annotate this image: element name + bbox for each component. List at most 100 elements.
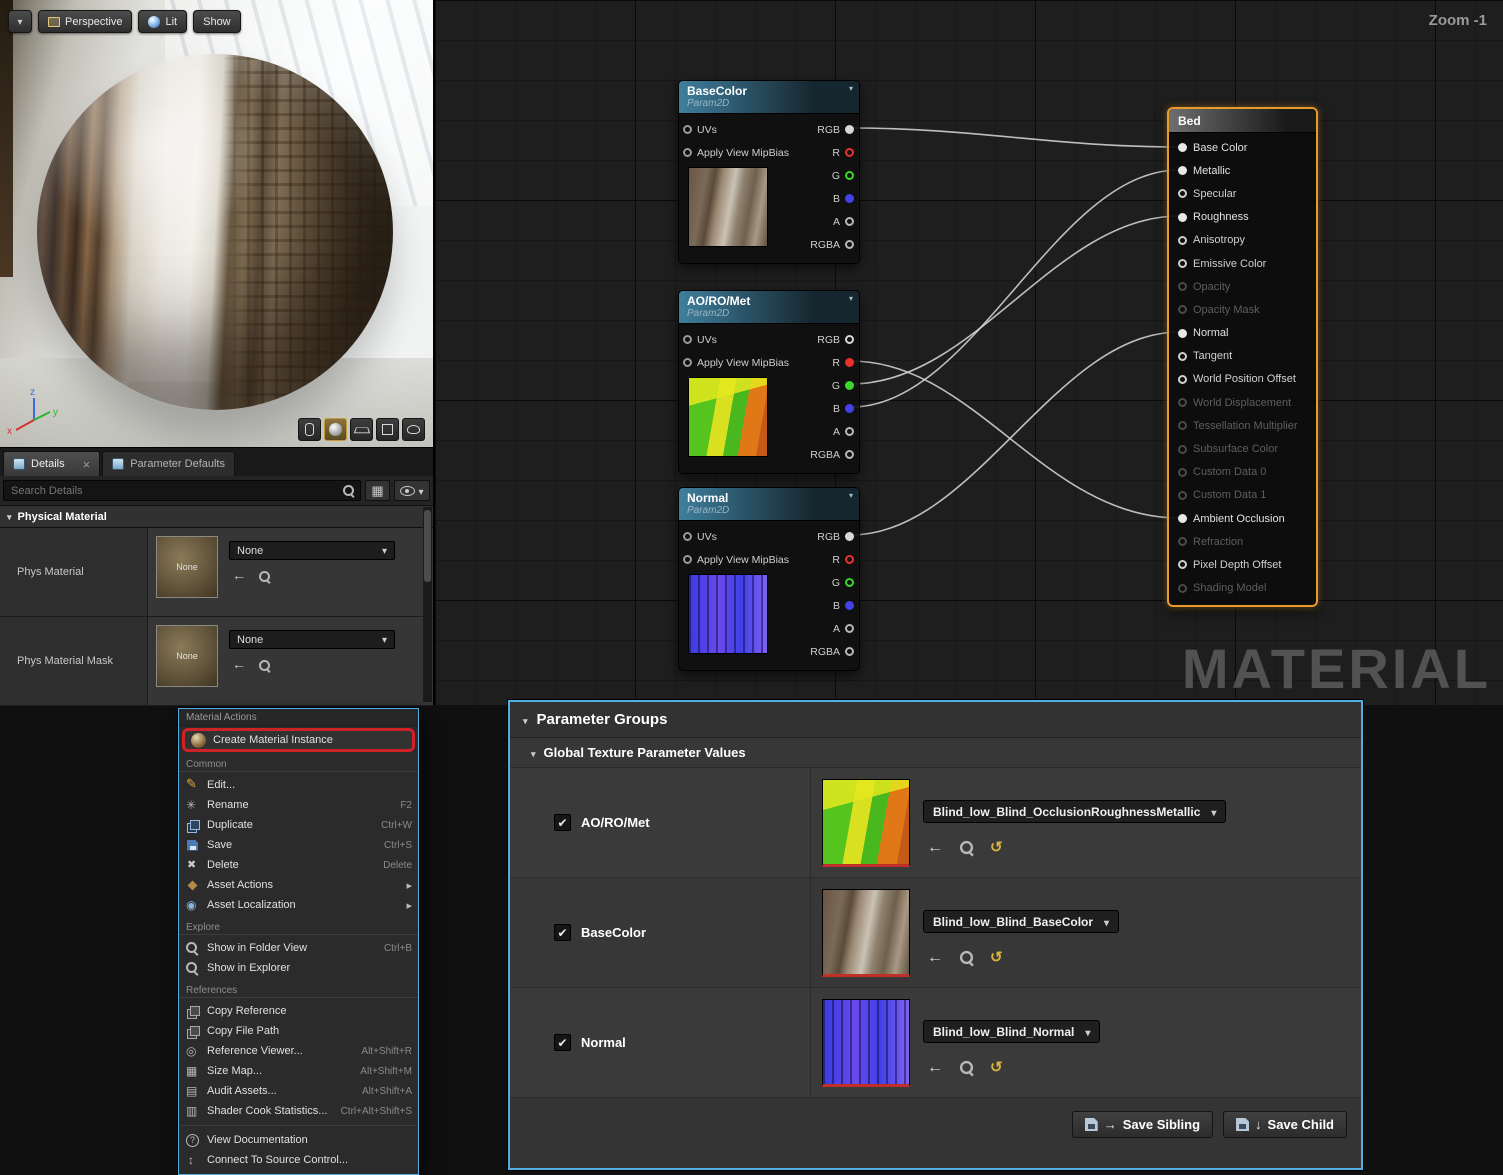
- menu-item-asset-actions[interactable]: Asset Actions: [179, 875, 418, 895]
- menu-item-save[interactable]: SaveCtrl+S: [179, 835, 418, 855]
- material-input-base-color[interactable]: Base Color: [1169, 136, 1316, 159]
- menu-item-delete[interactable]: DeleteDelete: [179, 855, 418, 875]
- input-pin-uvs[interactable]: UVs: [683, 328, 789, 351]
- texture-asset-dropdown[interactable]: Blind_low_Blind_BaseColor: [923, 910, 1119, 933]
- preview-mesh-cube-button[interactable]: [376, 418, 399, 441]
- pin-icon[interactable]: [845, 148, 854, 157]
- pin-icon[interactable]: [1178, 143, 1187, 152]
- material-input-metallic[interactable]: Metallic: [1169, 159, 1316, 182]
- pin-icon[interactable]: [683, 125, 692, 134]
- output-pin-r[interactable]: R: [810, 141, 854, 164]
- preview-mesh-cylinder-button[interactable]: [298, 418, 321, 441]
- use-selected-asset-button[interactable]: [927, 839, 943, 857]
- input-pin-apply-view-mipbias[interactable]: Apply View MipBias: [683, 141, 789, 164]
- texture-thumbnail[interactable]: [822, 999, 910, 1087]
- pin-icon[interactable]: [683, 148, 692, 157]
- node-ao-ro-met[interactable]: AO/RO/MetParam2D UVsApply View MipBias RGB…: [678, 290, 860, 474]
- pin-icon[interactable]: [845, 125, 854, 134]
- menu-item-create-material-instance[interactable]: Create Material Instance: [182, 728, 415, 752]
- lit-viewmode-button[interactable]: Lit: [138, 10, 187, 33]
- node-basecolor[interactable]: BaseColorParam2D UVsApply View MipBias RGB…: [678, 80, 860, 264]
- parameter-override-checkbox[interactable]: [554, 814, 571, 831]
- output-pin-g[interactable]: G: [810, 571, 854, 594]
- material-input-roughness[interactable]: Roughness: [1169, 206, 1316, 229]
- viewport-options-button[interactable]: [8, 10, 32, 33]
- use-selected-asset-button[interactable]: [927, 949, 943, 967]
- output-pin-a[interactable]: A: [810, 617, 854, 640]
- input-pin-apply-view-mipbias[interactable]: Apply View MipBias: [683, 548, 789, 571]
- pin-icon[interactable]: [845, 601, 854, 610]
- menu-item-show-in-folder-view[interactable]: Show in Folder ViewCtrl+B: [179, 938, 418, 958]
- output-pin-rgba[interactable]: RGBA: [810, 640, 854, 663]
- preview-mesh-plane-button[interactable]: [350, 418, 373, 441]
- output-pin-rgb[interactable]: RGB: [810, 525, 854, 548]
- texture-thumbnail[interactable]: [822, 889, 910, 977]
- pin-icon[interactable]: [845, 240, 854, 249]
- input-pin-uvs[interactable]: UVs: [683, 118, 789, 141]
- reset-to-default-button[interactable]: [990, 838, 1003, 857]
- save-child-button[interactable]: Save Child: [1223, 1111, 1347, 1138]
- pin-icon[interactable]: [683, 555, 692, 564]
- use-selected-asset-button[interactable]: [927, 1059, 943, 1077]
- material-input-world-position-offset[interactable]: World Position Offset: [1169, 368, 1316, 391]
- pin-icon[interactable]: [845, 450, 854, 459]
- pin-icon[interactable]: [1178, 166, 1187, 175]
- use-selected-asset-button[interactable]: [232, 567, 246, 585]
- browse-to-asset-button[interactable]: [258, 570, 271, 583]
- output-pin-g[interactable]: G: [810, 374, 854, 397]
- bed-node-title[interactable]: Bed: [1169, 109, 1316, 133]
- browse-to-asset-button[interactable]: [959, 840, 975, 856]
- texture-asset-dropdown[interactable]: Blind_low_Blind_Normal: [923, 1020, 1100, 1043]
- material-input-specular[interactable]: Specular: [1169, 182, 1316, 205]
- search-input[interactable]: [3, 480, 361, 501]
- menu-item-duplicate[interactable]: DuplicateCtrl+W: [179, 815, 418, 835]
- phys-material-mask-dropdown[interactable]: None: [229, 630, 395, 649]
- tab-parameter-defaults[interactable]: Parameter Defaults: [102, 451, 235, 476]
- node-bed-material-result[interactable]: Bed Base ColorMetallicSpecularRoughnessA…: [1167, 107, 1318, 607]
- close-tab-icon[interactable]: [83, 457, 91, 472]
- show-button[interactable]: Show: [193, 10, 241, 33]
- menu-item-copy-reference[interactable]: Copy Reference: [179, 1001, 418, 1021]
- pin-icon[interactable]: [845, 358, 854, 367]
- node-normal[interactable]: NormalParam2DUVsApply View MipBiasRGBRGB…: [678, 487, 860, 671]
- pin-icon[interactable]: [1178, 514, 1187, 523]
- pin-icon[interactable]: [1178, 236, 1187, 245]
- input-pin-apply-view-mipbias[interactable]: Apply View MipBias: [683, 351, 789, 374]
- pin-icon[interactable]: [845, 578, 854, 587]
- output-pin-b[interactable]: B: [810, 187, 854, 210]
- preview-viewport[interactable]: Perspective Lit Show z y x: [0, 0, 435, 447]
- node-header[interactable]: NormalParam2D: [679, 488, 859, 521]
- node-header[interactable]: BaseColorParam2D: [679, 81, 859, 114]
- section-physical-material[interactable]: Physical Material: [0, 505, 433, 528]
- display-filter-button[interactable]: [365, 480, 390, 501]
- view-options-button[interactable]: [394, 480, 430, 501]
- material-input-emissive-color[interactable]: Emissive Color: [1169, 252, 1316, 275]
- menu-item-size-map[interactable]: Size Map...Alt+Shift+M: [179, 1061, 418, 1081]
- output-pin-b[interactable]: B: [810, 397, 854, 420]
- details-scrollbar[interactable]: [423, 507, 432, 702]
- pin-icon[interactable]: [1178, 329, 1187, 338]
- phys-material-dropdown[interactable]: None: [229, 541, 395, 560]
- menu-item-edit[interactable]: Edit...: [179, 775, 418, 795]
- parameter-groups-header[interactable]: Parameter Groups: [510, 702, 1361, 738]
- phys-material-thumbnail[interactable]: None: [156, 536, 218, 598]
- phys-material-mask-thumbnail[interactable]: None: [156, 625, 218, 687]
- menu-item-audit-assets[interactable]: Audit Assets...Alt+Shift+A: [179, 1081, 418, 1101]
- output-pin-a[interactable]: A: [810, 210, 854, 233]
- output-pin-r[interactable]: R: [810, 351, 854, 374]
- reset-to-default-button[interactable]: [990, 1058, 1003, 1077]
- output-pin-b[interactable]: B: [810, 594, 854, 617]
- texture-thumbnail[interactable]: [822, 779, 910, 867]
- parameter-override-checkbox[interactable]: [554, 1034, 571, 1051]
- node-header[interactable]: AO/RO/MetParam2D: [679, 291, 859, 324]
- output-pin-rgba[interactable]: RGBA: [810, 233, 854, 256]
- pin-icon[interactable]: [845, 381, 854, 390]
- material-input-pixel-depth-offset[interactable]: Pixel Depth Offset: [1169, 553, 1316, 576]
- pin-icon[interactable]: [1178, 259, 1187, 268]
- pin-icon[interactable]: [845, 532, 854, 541]
- reset-to-default-button[interactable]: [990, 948, 1003, 967]
- pin-icon[interactable]: [1178, 560, 1187, 569]
- preview-mesh-custom-button[interactable]: [402, 418, 425, 441]
- browse-to-asset-button[interactable]: [959, 1060, 975, 1076]
- output-pin-g[interactable]: G: [810, 164, 854, 187]
